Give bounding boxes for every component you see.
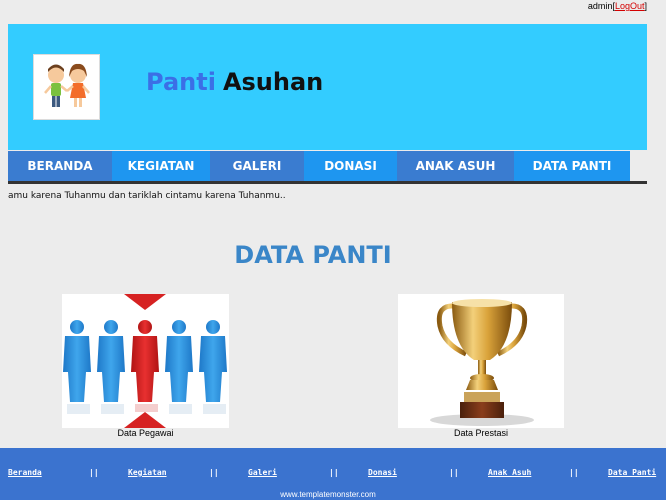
nav-item-galeri[interactable]: GALERI <box>210 151 304 181</box>
site-title-part2: Asuhan <box>222 68 324 96</box>
footer-credit: www.templatemonster.com <box>280 490 376 499</box>
user-bar: admin[LogOut] <box>588 1 647 11</box>
footer-separator: || <box>569 468 579 477</box>
footer-separator: || <box>89 468 99 477</box>
nav-item-kegiatan[interactable]: KEGIATAN <box>112 151 210 181</box>
nav-item-data-panti[interactable]: DATA PANTI <box>514 151 630 181</box>
header-banner: Panti Asuhan <box>8 24 647 150</box>
bracket-close: ] <box>644 1 647 11</box>
footer-link-donasi[interactable]: Donasi <box>368 468 397 477</box>
card-caption-pegawai[interactable]: Data Pegawai <box>62 428 229 438</box>
nav-item-anak-asuh[interactable]: ANAK ASUH <box>397 151 514 181</box>
footer-separator: || <box>329 468 339 477</box>
main-nav: BERANDA KEGIATAN GALERI DONASI ANAK ASUH… <box>8 151 647 184</box>
footer-link-kegiatan[interactable]: Kegiatan <box>128 468 167 477</box>
footer-separator: || <box>209 468 219 477</box>
footer-link-anak-asuh[interactable]: Anak Asuh <box>488 468 531 477</box>
nav-item-beranda[interactable]: BERANDA <box>8 151 112 181</box>
marquee-text: amu karena Tuhanmu dan tariklah cintamu … <box>8 191 286 201</box>
username: admin <box>587 1 613 11</box>
footer-link-data-panti[interactable]: Data Panti <box>608 468 656 477</box>
nav-item-donasi[interactable]: DONASI <box>304 151 397 181</box>
logout-link[interactable]: LogOut <box>615 1 645 11</box>
footer-link-beranda[interactable]: Beranda <box>8 468 42 477</box>
site-title: Panti Asuhan <box>146 68 323 96</box>
footer-separator: || <box>449 468 459 477</box>
site-title-part1: Panti <box>146 68 216 96</box>
trophy-icon[interactable] <box>398 294 564 428</box>
card-caption-prestasi[interactable]: Data Prestasi <box>398 428 564 438</box>
employees-icon[interactable] <box>62 294 229 428</box>
page-title: DATA PANTI <box>234 241 392 269</box>
footer-link-galeri[interactable]: Galeri <box>248 468 277 477</box>
children-icon[interactable] <box>33 54 100 120</box>
footer-nav: Beranda || Kegiatan || Galeri || Donasi … <box>0 468 666 480</box>
